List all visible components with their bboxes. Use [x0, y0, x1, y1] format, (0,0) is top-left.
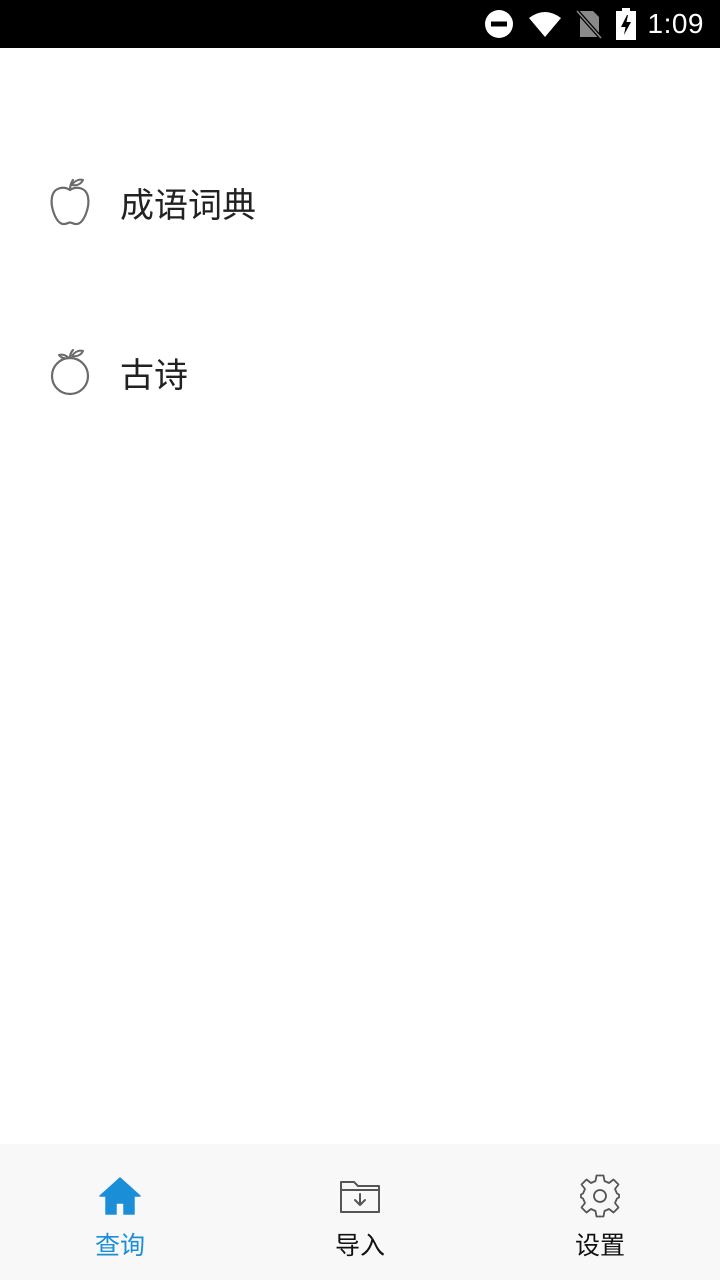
menu-item-label: 古诗: [120, 355, 188, 396]
do-not-disturb-icon: [484, 9, 514, 39]
tab-label: 设置: [574, 1231, 625, 1260]
wifi-icon: [528, 10, 562, 38]
battery-charging-icon: [615, 8, 636, 40]
gear-icon: [578, 1174, 622, 1218]
status-bar: 1:09: [0, 0, 720, 48]
app-screen: 1:09 成语词典 古诗 查询 导入 设置: [0, 0, 720, 1280]
menu-item-label: 成语词典: [120, 185, 256, 226]
tab-label: 查询: [94, 1231, 145, 1260]
bottom-navigation: 查询 导入 设置: [0, 1144, 720, 1280]
orange-fruit-icon: [46, 346, 94, 398]
tab-settings[interactable]: 设置: [480, 1144, 720, 1280]
folder-import-icon: [338, 1174, 382, 1218]
tab-label: 导入: [334, 1231, 385, 1260]
menu-item-idiom-dictionary[interactable]: 成语词典: [0, 142, 720, 262]
menu-item-ancient-poems[interactable]: 古诗: [0, 312, 720, 432]
home-icon: [98, 1174, 142, 1218]
no-sim-icon: [575, 9, 602, 39]
tab-import[interactable]: 导入: [240, 1144, 480, 1280]
apple-icon: [46, 176, 94, 228]
status-time: 1:09: [647, 8, 704, 39]
tab-query[interactable]: 查询: [0, 1144, 240, 1280]
